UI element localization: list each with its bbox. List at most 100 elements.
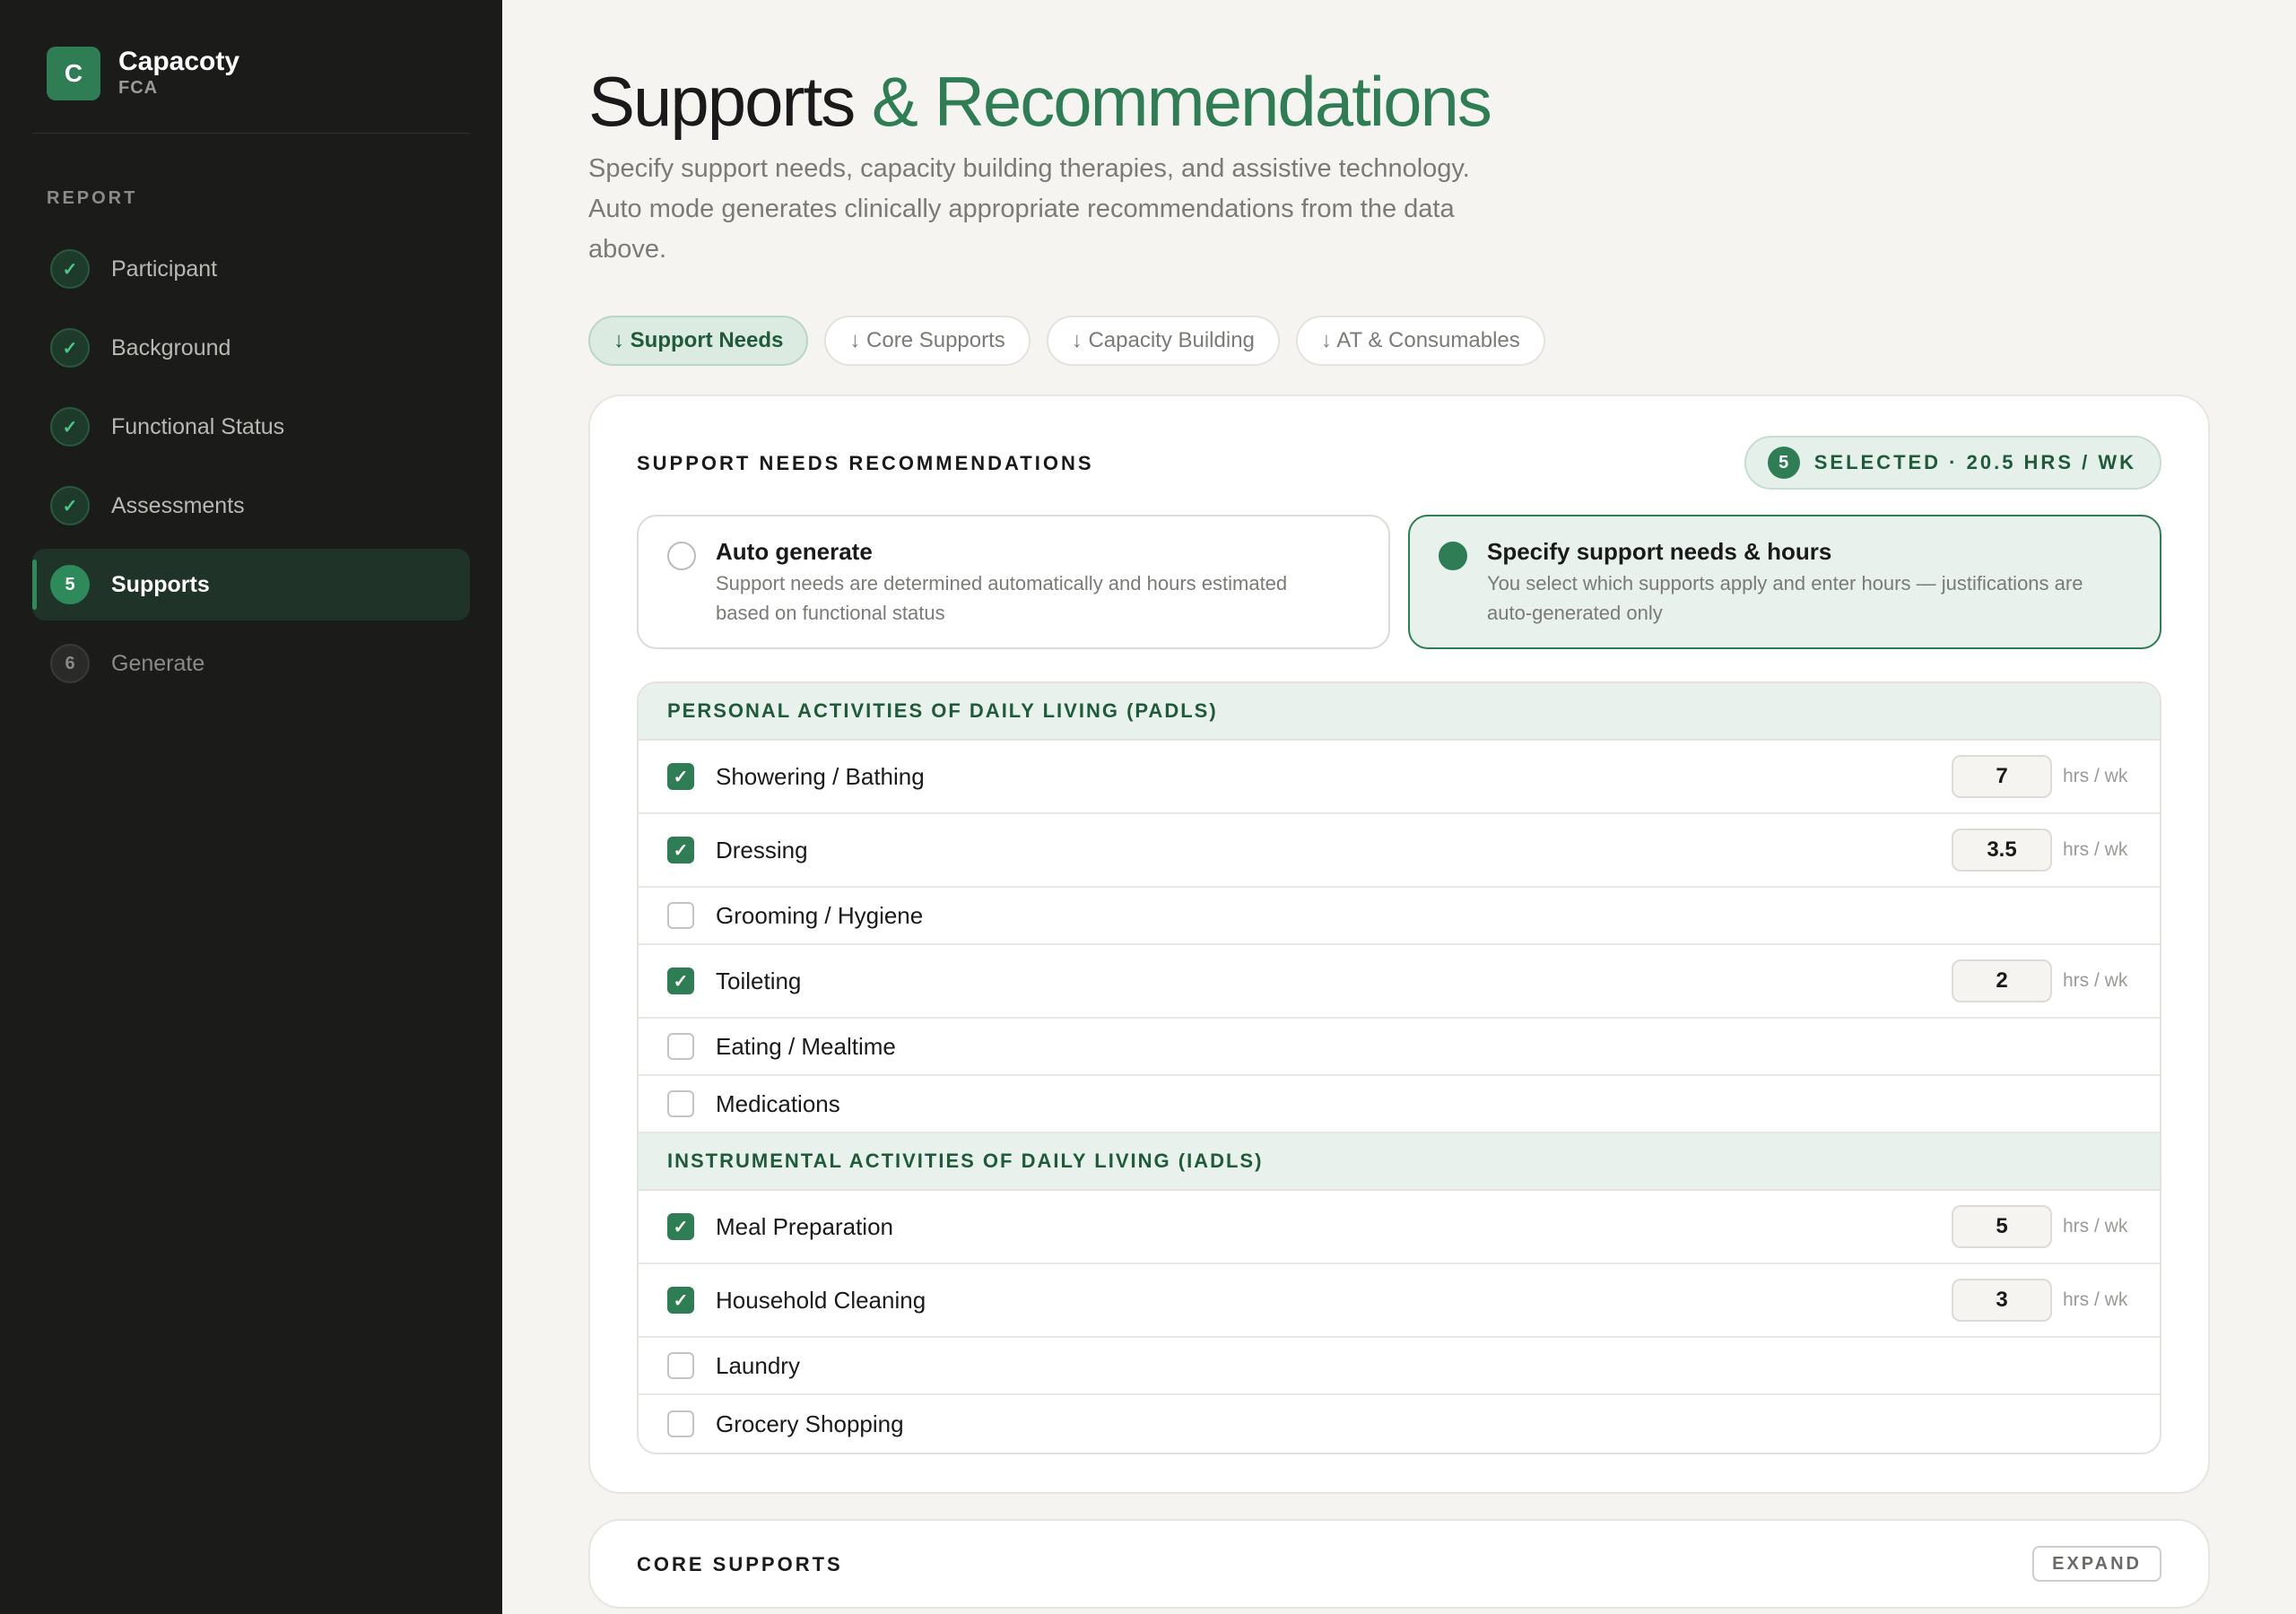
support-label: Toileting [716, 967, 802, 994]
hours-input[interactable] [1952, 1205, 2052, 1248]
group-heading-padls: PERSONAL ACTIVITIES OF DAILY LIVING (PAD… [639, 683, 2160, 741]
card-title: CORE SUPPORTS [637, 1553, 843, 1575]
checkbox-unchecked[interactable] [667, 1352, 694, 1379]
sidebar-section-label: REPORT [47, 188, 138, 208]
check-icon: ✓ [50, 486, 90, 525]
support-label: Household Cleaning [716, 1286, 926, 1314]
support-row-laundry[interactable]: Laundry [639, 1338, 2160, 1395]
tab-capacity-building[interactable]: ↓ Capacity Building [1046, 316, 1280, 366]
support-label: Laundry [716, 1351, 800, 1379]
sidebar-item-participant[interactable]: ✓ Participant [32, 233, 470, 305]
checkbox-checked[interactable]: ✓ [667, 1287, 694, 1314]
support-label: Meal Preparation [716, 1212, 893, 1240]
tab-at-consumables[interactable]: ↓ AT & Consumables [1295, 316, 1545, 366]
hours-unit: hrs / wk [2063, 766, 2128, 786]
sidebar-item-assessments[interactable]: ✓ Assessments [32, 470, 470, 542]
mode-description: You select which supports apply and ente… [1487, 572, 2083, 624]
support-row-grooming[interactable]: Grooming / Hygiene [639, 888, 2160, 945]
support-needs-card: SUPPORT NEEDS RECOMMENDATIONS 5 SELECTED… [588, 395, 2210, 1494]
selected-summary-badge: 5 SELECTED · 20.5 HRS / WK [1744, 436, 2161, 490]
brand[interactable]: C Capacoty FCA [47, 47, 239, 100]
radio-auto-generate[interactable] [667, 542, 696, 570]
sidebar-nav: ✓ Participant ✓ Background ✓ Functional … [32, 233, 470, 707]
hours-unit: hrs / wk [2063, 970, 2128, 991]
hours-unit: hrs / wk [2063, 1289, 2128, 1310]
checkbox-checked[interactable]: ✓ [667, 968, 694, 994]
hours-field: hrs / wk [1952, 959, 2131, 1002]
checkbox-unchecked[interactable] [667, 1033, 694, 1060]
mode-title: Specify support needs & hours [1487, 538, 1832, 565]
step-number-badge: 5 [50, 565, 90, 604]
radio-specify-needs[interactable] [1439, 542, 1467, 570]
selected-summary-text: SELECTED · 20.5 HRS / WK [1813, 451, 2136, 473]
brand-sub: FCA [118, 78, 159, 98]
sidebar-item-label: Background [111, 334, 231, 360]
mode-auto-generate[interactable]: Auto generate Support needs are determin… [637, 515, 1390, 649]
group-heading-iadls: INSTRUMENTAL ACTIVITIES OF DAILY LIVING … [639, 1133, 2160, 1191]
checkbox-checked[interactable]: ✓ [667, 763, 694, 790]
support-label: Dressing [716, 836, 808, 863]
support-row-eating[interactable]: Eating / Mealtime [639, 1019, 2160, 1076]
support-label: Medications [716, 1089, 840, 1117]
support-row-meal-preparation[interactable]: ✓ Meal Preparation hrs / wk [639, 1191, 2160, 1264]
sidebar-item-label: Participant [111, 256, 218, 282]
sidebar-item-label: Supports [111, 571, 210, 597]
support-row-medications[interactable]: Medications [639, 1076, 2160, 1133]
support-label: Showering / Bathing [716, 762, 925, 790]
core-supports-card: CORE SUPPORTS EXPAND [588, 1519, 2210, 1609]
sidebar-item-label: Functional Status [111, 413, 285, 439]
hours-unit: hrs / wk [2063, 1216, 2128, 1237]
brand-text: Capacoty FCA [118, 48, 239, 100]
support-row-showering[interactable]: ✓ Showering / Bathing hrs / wk [639, 741, 2160, 814]
check-icon: ✓ [50, 407, 90, 447]
page-description: Specify support needs, capacity building… [588, 154, 1470, 264]
support-needs-list: PERSONAL ACTIVITIES OF DAILY LIVING (PAD… [637, 681, 2161, 1454]
check-icon: ✓ [50, 249, 90, 289]
sidebar-item-supports[interactable]: 5 Supports [32, 549, 470, 620]
selected-count: 5 [1767, 447, 1800, 479]
brand-logo: C [47, 47, 100, 100]
mode-description: Support needs are determined automatical… [716, 572, 1288, 624]
expand-button[interactable]: EXPAND [2032, 1546, 2161, 1582]
sidebar-item-background[interactable]: ✓ Background [32, 312, 470, 384]
hours-input[interactable] [1952, 755, 2052, 798]
hours-field: hrs / wk [1952, 755, 2131, 798]
mode-title: Auto generate [716, 538, 873, 565]
tab-core-supports[interactable]: ↓ Core Supports [824, 316, 1031, 366]
brand-name: Capacoty [118, 47, 240, 76]
checkbox-checked[interactable]: ✓ [667, 837, 694, 863]
support-row-dressing[interactable]: ✓ Dressing hrs / wk [639, 814, 2160, 888]
hours-input[interactable] [1952, 1279, 2052, 1322]
checkbox-unchecked[interactable] [667, 902, 694, 929]
support-row-toileting[interactable]: ✓ Toileting hrs / wk [639, 945, 2160, 1019]
hours-unit: hrs / wk [2063, 839, 2128, 860]
mode-specify-needs[interactable]: Specify support needs & hours You select… [1408, 515, 2161, 649]
sidebar-item-functional-status[interactable]: ✓ Functional Status [32, 391, 470, 463]
check-icon: ✓ [50, 328, 90, 368]
step-number-badge: 6 [50, 644, 90, 683]
page-title-main: Supports [588, 62, 856, 141]
support-row-grocery-shopping[interactable]: Grocery Shopping [639, 1395, 2160, 1453]
card-title: SUPPORT NEEDS RECOMMENDATIONS [637, 452, 1094, 474]
checkbox-checked[interactable]: ✓ [667, 1213, 694, 1240]
section-tabs: ↓ Support Needs ↓ Core Supports ↓ Capaci… [588, 316, 1561, 366]
page-title: Supports & Recommendations [588, 61, 1492, 143]
checkbox-unchecked[interactable] [667, 1090, 694, 1117]
hours-field: hrs / wk [1952, 1205, 2131, 1248]
page-title-accent: & Recommendations [871, 62, 1492, 141]
hours-field: hrs / wk [1952, 829, 2131, 872]
support-label: Eating / Mealtime [716, 1032, 896, 1060]
support-label: Grocery Shopping [716, 1410, 904, 1437]
tab-support-needs[interactable]: ↓ Support Needs [588, 316, 809, 366]
hours-input[interactable] [1952, 959, 2052, 1002]
sidebar: C Capacoty FCA REPORT ✓ Participant ✓ Ba… [0, 0, 502, 1614]
sidebar-item-label: Generate [111, 650, 205, 676]
hours-input[interactable] [1952, 829, 2052, 872]
sidebar-divider [32, 133, 470, 134]
sidebar-item-generate[interactable]: 6 Generate [32, 628, 470, 699]
checkbox-unchecked[interactable] [667, 1410, 694, 1437]
support-row-household-cleaning[interactable]: ✓ Household Cleaning hrs / wk [639, 1264, 2160, 1338]
support-label: Grooming / Hygiene [716, 901, 924, 929]
hours-field: hrs / wk [1952, 1279, 2131, 1322]
sidebar-item-label: Assessments [111, 492, 245, 518]
